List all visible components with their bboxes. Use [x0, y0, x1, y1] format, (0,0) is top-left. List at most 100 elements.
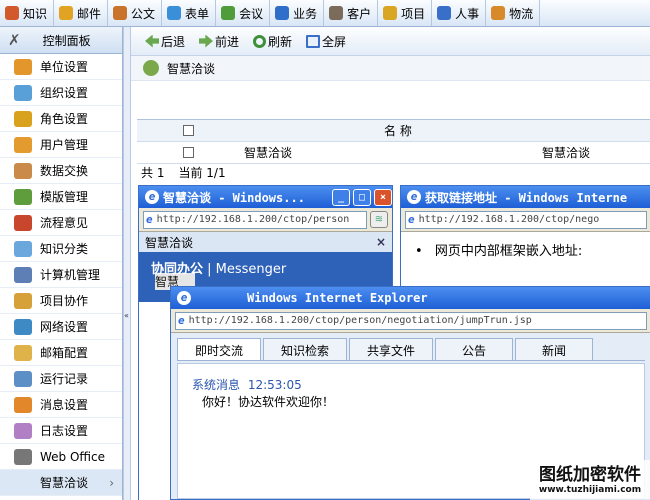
sidebar-item-unit-settings[interactable]: 单位设置 — [0, 54, 122, 80]
sidebar-item-log-run[interactable]: 运行记录 — [0, 366, 122, 392]
chat-tab[interactable]: 新闻 — [515, 338, 593, 360]
sidebar-item-org-settings[interactable]: 组织设置 — [0, 80, 122, 106]
top-menu-customer[interactable]: 客户 — [324, 0, 379, 26]
sidebar-item-label: 角色设置 — [40, 112, 89, 126]
template-icon — [14, 188, 32, 205]
sidebar-item-collaboration[interactable]: 项目协作 — [0, 288, 122, 314]
diary-icon — [14, 422, 32, 439]
message-icon — [14, 396, 32, 413]
sidebar-item-message[interactable]: 消息设置 — [0, 392, 122, 418]
page-icon[interactable]: ≋ — [370, 211, 388, 228]
top-menu-business[interactable]: 业务 — [270, 0, 325, 26]
top-menu-label: 客户 — [347, 6, 372, 21]
ie-page-icon: e — [178, 314, 185, 327]
sidebar-item-role-settings[interactable]: 角色设置 — [0, 106, 122, 132]
sidebar-item-template[interactable]: 模版管理 — [0, 184, 122, 210]
breadcrumb-text: 智慧洽谈 — [167, 61, 216, 76]
sidebar-splitter[interactable]: « — [123, 27, 131, 500]
close-button[interactable]: × — [374, 188, 392, 206]
sidebar-item-knowledge-category[interactable]: 知识分类 — [0, 236, 122, 262]
sidebar-item-network[interactable]: 网络设置 — [0, 314, 122, 340]
watermark-title: 图纸加密软件 — [539, 465, 641, 485]
sidebar-item-label: Web Office — [40, 449, 106, 464]
address-bar: e http://192.168.1.200/ctop/person ≋ — [139, 208, 392, 232]
sidebar-item-data-exchange[interactable]: 数据交换 — [0, 158, 122, 184]
address-bar: e http://192.168.1.200/ctop/person/negot… — [171, 309, 650, 333]
sidebar-item-mailbox[interactable]: 邮箱配置 — [0, 340, 122, 366]
computer-icon — [14, 266, 32, 283]
ie-page-icon: e — [146, 213, 153, 226]
chat-tab[interactable]: 知识检索 — [263, 338, 347, 360]
mail-icon — [59, 6, 74, 20]
document-icon — [113, 6, 128, 20]
sidebar-item-label: 用户管理 — [40, 138, 89, 152]
sidebar-item-computer[interactable]: 计算机管理 — [0, 262, 122, 288]
window-ie-titlebar[interactable]: e Windows Internet Explorer — [171, 287, 650, 309]
sidebar-item-label: 数据交换 — [40, 164, 89, 178]
window-link-titlebar[interactable]: e 获取链接地址 - Windows Interne — [401, 186, 650, 208]
url-text: http://192.168.1.200/ctop/person/negotia… — [188, 315, 532, 326]
row-checkbox[interactable] — [183, 147, 194, 158]
arrow-right-icon — [199, 34, 214, 48]
chat-panel-header: 智慧洽谈 × — [139, 232, 392, 252]
pager-current: 当前 1/1 — [178, 166, 226, 180]
back-label: 后退 — [161, 34, 186, 49]
top-menu-label: 公文 — [131, 6, 156, 21]
fullscreen-button[interactable]: 全屏 — [306, 33, 346, 50]
top-menu-label: 邮件 — [77, 6, 102, 21]
top-menu-label: 项目 — [401, 6, 426, 21]
chat-tab[interactable]: 公告 — [435, 338, 513, 360]
select-all-checkbox[interactable] — [183, 125, 194, 136]
chat-tabs: 即时交流 知识检索 共享文件 公告 新闻 — [177, 337, 645, 361]
top-menu-bar: 知识 邮件 公文 表单 会议 业务 客户 项目 人事 物流 — [0, 0, 650, 27]
sidebar-item-user-management[interactable]: 用户管理 — [0, 132, 122, 158]
maximize-button[interactable]: □ — [353, 188, 371, 206]
top-menu-project[interactable]: 项目 — [378, 0, 433, 26]
fullscreen-label: 全屏 — [322, 34, 347, 49]
sidebar-item-label: 计算机管理 — [40, 268, 101, 282]
sidebar-item-active[interactable]: 智慧洽谈 › — [0, 470, 122, 496]
top-menu-knowledge[interactable]: 知识 — [0, 0, 55, 26]
close-icon[interactable]: × — [376, 235, 386, 249]
minimize-button[interactable]: _ — [332, 188, 350, 206]
back-button[interactable]: 后退 — [145, 33, 185, 50]
workflow-icon — [14, 214, 32, 231]
bullet-icon: • — [415, 244, 423, 259]
sidebar-header: ✗ 控制面板 — [0, 27, 122, 54]
top-menu-document[interactable]: 公文 — [108, 0, 163, 26]
url-text: http://192.168.1.200/ctop/nego — [418, 214, 600, 225]
top-menu-label: 知识 — [23, 6, 48, 21]
table-row[interactable]: 智慧洽谈 智慧洽谈 — [137, 142, 650, 164]
column-header-name: 名 称 — [384, 124, 412, 138]
top-menu-meeting[interactable]: 会议 — [216, 0, 271, 26]
top-menu-logistics[interactable]: 物流 — [486, 0, 541, 26]
chat-tab[interactable]: 共享文件 — [349, 338, 433, 360]
chat-tab[interactable]: 即时交流 — [177, 338, 261, 360]
top-menu-label: 物流 — [509, 6, 534, 21]
sidebar-item-workflow[interactable]: 流程意见 — [0, 210, 122, 236]
refresh-button[interactable]: 刷新 — [253, 33, 292, 50]
forward-button[interactable]: 前进 — [199, 33, 239, 50]
top-menu-hr[interactable]: 人事 — [432, 0, 487, 26]
top-menu-label: 人事 — [455, 6, 480, 21]
breadcrumb: 智慧洽谈 — [131, 56, 650, 81]
message-header: 系统消息 12:53:05 — [192, 376, 630, 393]
sidebar-item-label: 邮箱配置 — [40, 346, 89, 360]
url-field[interactable]: e http://192.168.1.200/ctop/person — [143, 210, 367, 229]
role-settings-icon — [14, 110, 32, 127]
table-cell: 智慧洽谈 — [244, 146, 293, 160]
top-menu-form[interactable]: 表单 — [162, 0, 217, 26]
collapse-arrow-icon[interactable]: « — [124, 311, 130, 320]
window-chat-titlebar[interactable]: e 智慧洽谈 - Windows... _ □ × — [139, 186, 392, 208]
customer-icon — [329, 6, 344, 20]
top-menu-mail[interactable]: 邮件 — [54, 0, 109, 26]
sidebar-item-diary[interactable]: 日志设置 — [0, 418, 122, 444]
url-field[interactable]: e http://192.168.1.200/ctop/nego — [405, 210, 647, 229]
sidebar-item-label: 流程意见 — [40, 216, 89, 230]
sidebar-item-web-office[interactable]: Web Office — [0, 444, 122, 470]
network-icon — [14, 318, 32, 335]
url-field[interactable]: e http://192.168.1.200/ctop/person/negot… — [175, 311, 647, 330]
top-menu-label: 会议 — [239, 6, 264, 21]
top-menu-label: 表单 — [185, 6, 210, 21]
sidebar-item-label: 知识分类 — [40, 242, 89, 256]
